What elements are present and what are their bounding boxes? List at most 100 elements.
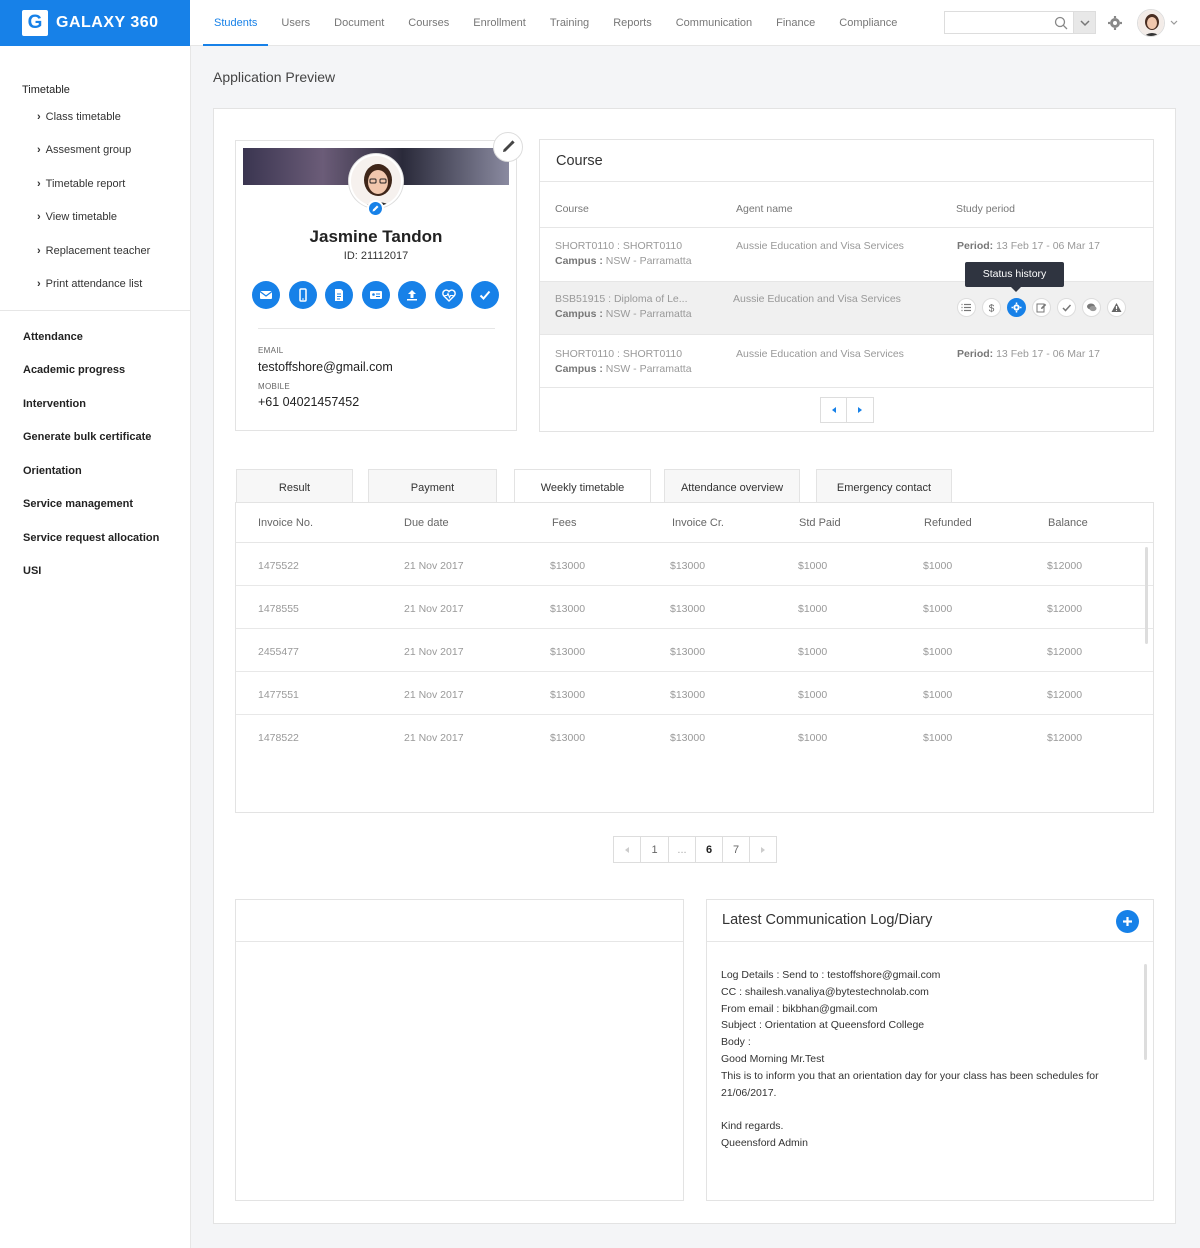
balance: $12000 [1047,732,1083,744]
log-line: Log Details : Send to : testoffshore@gma… [721,969,941,981]
upload-button[interactable] [398,281,426,309]
page-7[interactable]: 7 [723,837,750,862]
nav-document[interactable]: Document [323,0,395,46]
mobile-button[interactable] [288,281,317,309]
chevron-down-icon[interactable] [1169,18,1179,28]
period-label: Period: [957,240,994,252]
dollar-icon: $ [989,304,995,314]
gear-icon[interactable] [1107,15,1123,31]
prev-page-button[interactable] [614,837,641,862]
payment-button[interactable]: $ [982,298,1001,317]
table-scrollbar[interactable] [1145,547,1148,644]
chat-button[interactable] [1082,298,1101,317]
mail-button[interactable] [252,281,280,309]
sidebar-item-class-timetable[interactable]: Class timetable [37,111,121,123]
sidebar-item-orientation[interactable]: Orientation [23,465,82,477]
add-log-button[interactable] [1116,910,1139,933]
id-card-button[interactable] [361,281,390,309]
status-history-button[interactable] [1007,298,1026,317]
edit-profile-button[interactable] [493,132,523,162]
edit-icon [1036,303,1047,313]
agent-name: Aussie Education and Visa Services [736,240,904,252]
list-button[interactable] [957,298,976,317]
nav-training[interactable]: Training [539,0,600,46]
invoice-cr: $13000 [670,732,706,744]
search-dropdown-button[interactable] [1073,12,1095,33]
agent-name: Aussie Education and Visa Services [736,348,904,360]
table-row[interactable]: 1478522 21 Nov 2017 $13000 $13000 $1000 … [236,715,1153,758]
tab-result[interactable]: Result [236,469,353,502]
tab-attendance-overview[interactable]: Attendance overview [664,469,800,502]
sidebar-item-bulk-certificate[interactable]: Generate bulk certificate [23,431,151,443]
sidebar-item-print-attendance[interactable]: Print attendance list [37,278,143,290]
sidebar-item-academic-progress[interactable]: Academic progress [23,364,125,376]
check-icon [479,290,491,300]
col-due-date: Due date [404,517,449,529]
user-avatar[interactable] [1137,9,1165,37]
profile-divider [258,328,495,329]
row-actions: $ [957,298,1132,317]
sidebar-item-service-request[interactable]: Service request allocation [23,532,159,544]
log-line: CC : shailesh.vanaliya@bytestechnolab.co… [721,985,929,998]
table-row[interactable]: 1477551 21 Nov 2017 $13000 $13000 $1000 … [236,672,1153,715]
nav-enrollment[interactable]: Enrollment [462,0,537,46]
nav-students[interactable]: Students [203,0,269,46]
sidebar-heading-timetable[interactable]: Timetable [22,84,70,96]
page-1[interactable]: 1 [641,837,669,862]
upload-icon [407,290,417,301]
std-paid: $1000 [798,603,828,615]
log-line: Kind regards. [721,1120,784,1133]
campus-text: Campus : NSW - Parramatta [555,363,692,375]
nav-reports[interactable]: Reports [602,0,663,46]
approve-button[interactable] [471,281,499,309]
mail-icon [259,291,273,299]
campus-label: Campus : [555,363,603,375]
avatar-face-icon [1138,10,1164,36]
sidebar-item-view-timetable[interactable]: View timetable [37,211,117,223]
period-value: 13 Feb 17 - 06 Mar 17 [996,348,1100,360]
sidebar-item-attendance[interactable]: Attendance [23,331,83,343]
chevron-down-icon [1080,20,1090,27]
page-6[interactable]: 6 [696,837,723,862]
table-row[interactable]: 1475522 21 Nov 2017 $13000 $13000 $1000 … [236,543,1153,586]
sidebar-item-replacement-teacher[interactable]: Replacement teacher [37,245,151,257]
next-page-button[interactable] [750,837,776,862]
sidebar-item-assesment-group[interactable]: Assesment group [37,144,132,156]
tab-emergency-contact[interactable]: Emergency contact [816,469,952,502]
sidebar-item-usi[interactable]: USI [23,565,41,577]
campus-text: Campus : NSW - Parramatta [555,308,692,320]
sidebar-item-intervention[interactable]: Intervention [23,398,86,410]
tab-payment[interactable]: Payment [368,469,497,502]
warning-button[interactable] [1107,298,1126,317]
approve-button[interactable] [1057,298,1076,317]
invoice-cr: $13000 [670,646,706,658]
table-row[interactable]: 1478555 21 Nov 2017 $13000 $13000 $1000 … [236,586,1153,629]
nav-compliance[interactable]: Compliance [828,0,908,46]
app-logo[interactable]: G GALAXY 360 [0,0,190,46]
sidebar-item-timetable-report[interactable]: Timetable report [37,178,126,190]
course-code: BSB51915 : Diploma of Le... [555,293,688,305]
nav-courses[interactable]: Courses [397,0,460,46]
next-button[interactable] [847,398,873,422]
table-row[interactable]: 2455477 21 Nov 2017 $13000 $13000 $1000 … [236,629,1153,672]
nav-finance[interactable]: Finance [765,0,826,46]
email-value: testoffshore@gmail.com [258,360,393,374]
profile-actions [252,281,508,309]
log-title: Latest Communication Log/Diary [722,912,933,928]
nav-users[interactable]: Users [270,0,321,46]
communication-log-card: Latest Communication Log/Diary Log Detai… [706,899,1154,1201]
col-invoice-no: Invoice No. [258,517,314,529]
nav-communication[interactable]: Communication [665,0,763,46]
health-button[interactable] [434,281,463,309]
edit-button[interactable] [1032,298,1051,317]
prev-button[interactable] [821,398,848,422]
search-icon[interactable] [1053,15,1069,31]
tab-weekly-timetable[interactable]: Weekly timetable [514,469,651,503]
avatar-edit-button[interactable] [367,200,384,217]
document-button[interactable] [325,281,353,309]
campus-value: NSW - Parramatta [605,363,692,375]
invoice-no: 1478555 [258,603,299,615]
log-scrollbar[interactable] [1144,964,1147,1060]
refunded: $1000 [923,646,953,658]
sidebar-item-service-management[interactable]: Service management [23,498,133,510]
